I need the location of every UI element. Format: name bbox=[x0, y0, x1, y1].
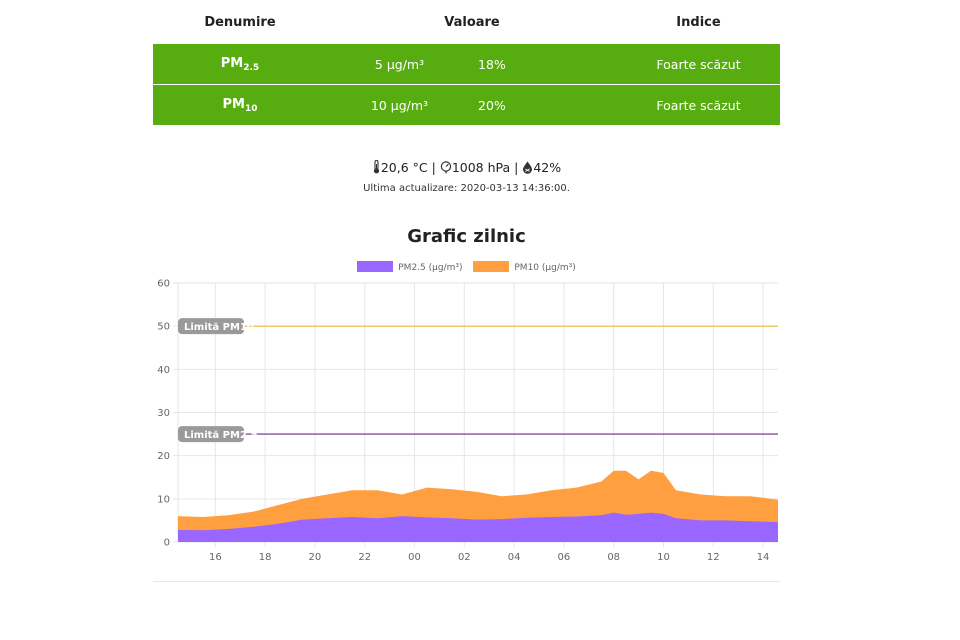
x-tick-label: 22 bbox=[358, 552, 371, 563]
x-tick-label: 16 bbox=[209, 552, 222, 563]
y-tick-label: 20 bbox=[157, 451, 170, 462]
y-tick-label: 50 bbox=[157, 322, 170, 333]
y-tick-label: 10 bbox=[157, 494, 170, 505]
x-tick-label: 04 bbox=[508, 552, 521, 563]
x-tick-label: 06 bbox=[558, 552, 571, 563]
divider bbox=[153, 581, 780, 582]
daily-chart: 0 10 20 30 40 50 60 16 18 20 22 00 02 04 06 08 10 12 14 Lim… bbox=[157, 279, 778, 563]
limit-badge: Limită PM10 bbox=[178, 318, 254, 335]
x-tick-label: 08 bbox=[607, 552, 620, 563]
x-tick-label: 20 bbox=[309, 552, 322, 563]
y-tick-label: 0 bbox=[164, 538, 170, 549]
limit-label: Limită PM10 bbox=[184, 322, 254, 333]
y-tick-label: 40 bbox=[157, 365, 170, 376]
x-tick-label: 12 bbox=[707, 552, 720, 563]
x-tick-label: 14 bbox=[757, 552, 770, 563]
x-tick-label: 10 bbox=[657, 552, 670, 563]
limit-badge: Limită PM2.5 bbox=[178, 426, 258, 443]
x-tick-label: 00 bbox=[408, 552, 421, 563]
y-tick-label: 60 bbox=[157, 279, 170, 290]
x-tick-label: 18 bbox=[259, 552, 272, 563]
y-tick-label: 30 bbox=[157, 408, 170, 419]
limit-label: Limită PM2.5 bbox=[184, 430, 258, 441]
x-tick-label: 02 bbox=[458, 552, 471, 563]
